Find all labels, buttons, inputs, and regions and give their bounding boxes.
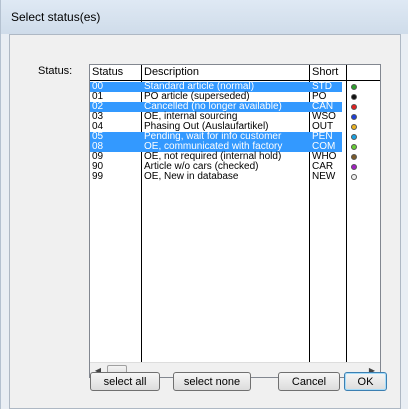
ok-button[interactable]: OK [344, 372, 387, 391]
column-header-description[interactable]: Description [144, 66, 199, 79]
status-color-icon [351, 164, 357, 170]
status-short: NEW [312, 171, 336, 182]
status-code: 99 [92, 171, 104, 182]
status-description: OE, New in database [144, 171, 239, 182]
status-color-icon [351, 124, 357, 130]
status-list[interactable]: Status Description Short 00 Standard arti… [89, 64, 381, 378]
select-none-button[interactable]: select none [173, 372, 251, 391]
list-item[interactable]: 99 OE, New in database NEW [90, 171, 380, 182]
column-header-status[interactable]: Status [92, 66, 123, 79]
title-bar: Select status(es) [1, 0, 408, 34]
status-color-icon [351, 94, 357, 100]
column-header-short[interactable]: Short [312, 66, 338, 79]
status-label: Status: [38, 65, 73, 77]
status-color-icon [351, 174, 357, 180]
window-title: Select status(es) [11, 10, 101, 24]
dialog-window: Select status(es) Status: Status Descrip… [0, 0, 408, 409]
status-color-icon [351, 84, 357, 90]
status-color-icon [351, 114, 357, 120]
status-color-icon [351, 104, 357, 110]
dialog-body: Status: Status Description Short 00 Stand… [9, 34, 401, 409]
select-all-button[interactable]: select all [90, 372, 160, 391]
status-color-icon [351, 154, 357, 160]
status-color-icon [351, 134, 357, 140]
cancel-button[interactable]: Cancel [278, 372, 340, 391]
status-color-icon [351, 144, 357, 150]
